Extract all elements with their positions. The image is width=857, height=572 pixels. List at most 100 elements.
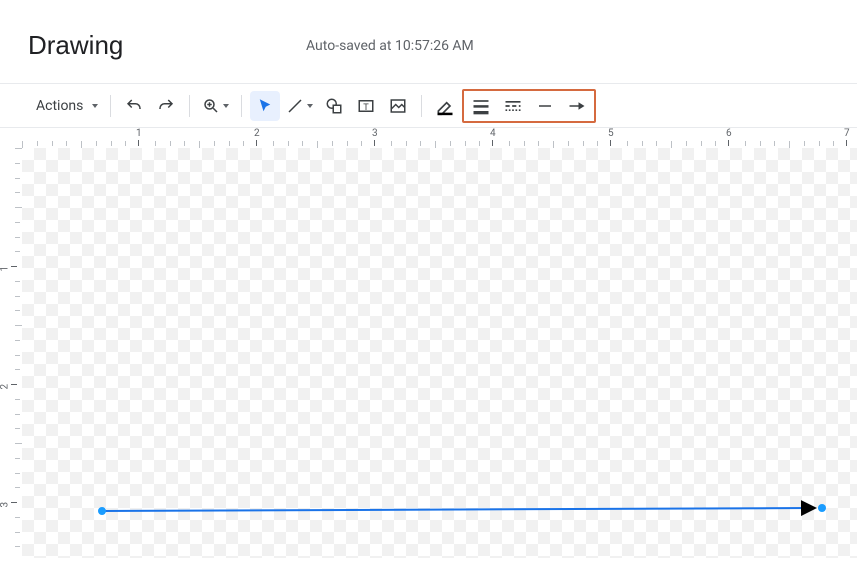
- ruler-h-tick-minor: [642, 141, 643, 146]
- line-start-button[interactable]: [530, 91, 560, 121]
- ruler-v-tick-minor: [15, 281, 20, 282]
- line-dash-button[interactable]: [498, 91, 528, 121]
- ruler-h-tick-minor: [715, 141, 716, 146]
- line-end-icon: [566, 97, 588, 115]
- ruler-h-tick-minor: [391, 141, 392, 146]
- redo-button[interactable]: [151, 91, 181, 121]
- ruler-h-tick-minor: [317, 141, 318, 148]
- ruler-v-tick-minor: [15, 207, 22, 208]
- redo-icon: [157, 97, 175, 115]
- ruler-v-tick-minor: [15, 355, 20, 356]
- textbox-tool-button[interactable]: T: [351, 91, 381, 121]
- caret-down-icon: [223, 104, 229, 108]
- selection-handle-start[interactable]: [98, 507, 106, 515]
- image-icon: [389, 97, 407, 115]
- separator: [110, 95, 111, 117]
- drawing-canvas[interactable]: [22, 148, 857, 558]
- ruler-h-tick-minor: [686, 141, 687, 146]
- zoom-icon: [202, 97, 220, 115]
- ruler-v-tick-major: 3: [0, 497, 22, 508]
- ruler-h-tick-minor: [214, 141, 215, 146]
- ruler-v-tick-major: 1: [0, 261, 22, 272]
- ruler-h-tick-minor: [229, 141, 230, 146]
- select-tool-button[interactable]: [250, 91, 280, 121]
- ruler-v-tick-minor: [15, 546, 20, 547]
- separator: [189, 95, 190, 117]
- ruler-h-tick-minor: [583, 141, 584, 146]
- ruler-h-tick-minor: [273, 141, 274, 146]
- selection-handle-end[interactable]: [818, 504, 826, 512]
- ruler-h-tick-minor: [435, 141, 436, 148]
- ruler-h-tick-minor: [52, 141, 53, 146]
- line-color-icon: [435, 96, 455, 116]
- ruler-h-tick-minor: [819, 141, 820, 146]
- zoom-button[interactable]: [198, 91, 233, 121]
- ruler-h-tick-major: 4: [490, 128, 496, 148]
- ruler-h-tick-minor: [420, 141, 421, 146]
- ruler-h-tick-minor: [125, 141, 126, 146]
- line-tool-button[interactable]: [282, 91, 317, 121]
- ruler-h-tick-major: 7: [844, 128, 850, 148]
- ruler-h-tick-minor: [81, 141, 82, 148]
- actions-menu[interactable]: Actions: [24, 91, 102, 121]
- ruler-v-tick-minor: [15, 251, 20, 252]
- ruler-h-tick-minor: [597, 141, 598, 146]
- ruler-h-tick-minor: [465, 141, 466, 146]
- ruler-h-tick-minor: [170, 141, 171, 146]
- shape-tool-button[interactable]: [319, 91, 349, 121]
- ruler-h-tick-minor: [804, 141, 805, 146]
- canvas-row: 123: [0, 148, 857, 558]
- image-tool-button[interactable]: [383, 91, 413, 121]
- ruler-v-tick-minor: [15, 532, 20, 533]
- ruler-h-tick-minor: [524, 141, 525, 146]
- ruler-h-tick-minor: [656, 141, 657, 146]
- ruler-h-tick-minor: [347, 141, 348, 146]
- ruler-h-tick-minor: [111, 141, 112, 146]
- line-tool-icon: [286, 97, 304, 115]
- ruler-h-tick-minor: [568, 141, 569, 146]
- ruler-v-tick-minor: [15, 517, 20, 518]
- ruler-v-tick-minor: [15, 192, 20, 193]
- ruler-h-tick-minor: [37, 141, 38, 146]
- line-end-button[interactable]: [562, 91, 592, 121]
- separator: [241, 95, 242, 117]
- ruler-h-tick-minor: [361, 141, 362, 146]
- undo-button[interactable]: [119, 91, 149, 121]
- ruler-h-tick-minor: [479, 141, 480, 146]
- line-color-button[interactable]: [430, 91, 460, 121]
- horizontal-ruler: 1234567: [22, 128, 857, 148]
- vertical-ruler: 123: [0, 148, 22, 558]
- ruler-v-tick-minor: [15, 237, 20, 238]
- ruler-v-tick-minor: [15, 428, 20, 429]
- ruler-h-tick-minor: [509, 141, 510, 146]
- line-start-icon: [535, 97, 555, 115]
- ruler-h-tick-major: 2: [254, 128, 260, 148]
- ruler-h-tick-minor: [538, 141, 539, 146]
- ruler-v-tick-minor: [15, 148, 22, 149]
- ruler-h-tick-minor: [760, 141, 761, 146]
- ruler-v-tick-minor: [15, 310, 20, 311]
- ruler-h-tick-minor: [701, 141, 702, 146]
- ruler-h-tick-minor: [833, 141, 834, 146]
- ruler-h-tick-minor: [199, 141, 200, 148]
- caret-down-icon: [307, 104, 313, 108]
- horizontal-ruler-row: 1234567: [0, 128, 857, 148]
- ruler-v-tick-minor: [15, 414, 20, 415]
- separator: [421, 95, 422, 117]
- ruler-corner: [0, 128, 22, 148]
- ruler-h-tick-major: 6: [726, 128, 732, 148]
- ruler-h-tick-minor: [789, 141, 790, 148]
- ruler-h-tick-minor: [332, 141, 333, 146]
- ruler-h-tick-minor: [66, 141, 67, 146]
- ruler-h-tick-minor: [450, 141, 451, 146]
- line-weight-button[interactable]: [466, 91, 496, 121]
- cursor-icon: [256, 97, 274, 115]
- ruler-v-tick-minor: [15, 325, 22, 326]
- arrow-object[interactable]: [22, 148, 857, 558]
- ruler-h-tick-major: 1: [136, 128, 142, 148]
- autosave-status: Auto-saved at 10:57:26 AM: [306, 38, 474, 54]
- line-weight-icon: [471, 96, 491, 116]
- ruler-h-tick-minor: [96, 141, 97, 146]
- ruler-v-tick-minor: [15, 163, 20, 164]
- ruler-h-tick-minor: [302, 141, 303, 146]
